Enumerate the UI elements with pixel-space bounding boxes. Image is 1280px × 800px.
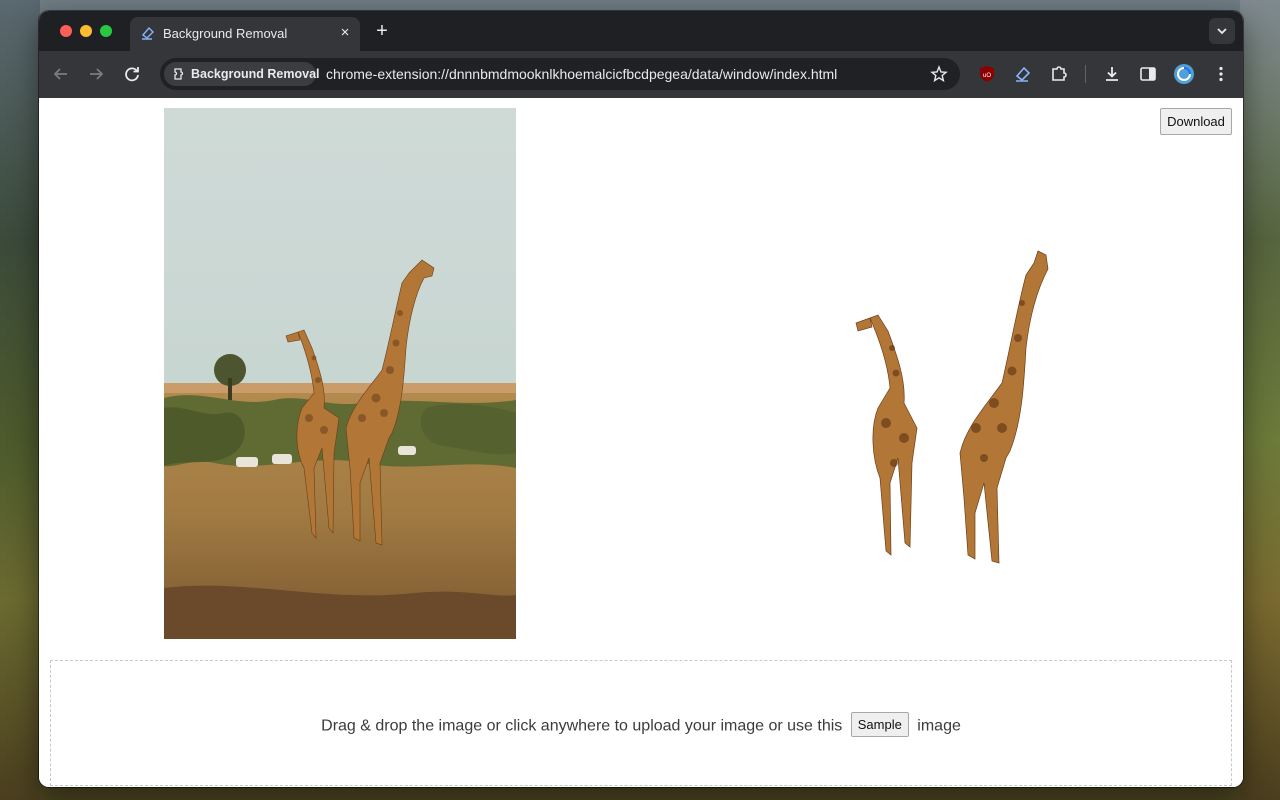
dropzone-text-before: Drag & drop the image or click anywhere … [321, 717, 843, 735]
upload-dropzone[interactable]: Drag & drop the image or click anywhere … [50, 660, 1232, 786]
downloads-icon[interactable] [1102, 64, 1122, 84]
tab-search-button[interactable] [1209, 18, 1235, 44]
side-panel-icon[interactable] [1138, 64, 1158, 84]
avatar-glyph [1177, 66, 1192, 81]
back-icon[interactable] [50, 63, 72, 85]
extension-page-icon [174, 68, 184, 80]
page-content[interactable]: Download Drag & drop the image or click … [39, 98, 1243, 787]
desktop-wallpaper-right [1240, 0, 1280, 800]
eraser-extension-icon[interactable] [1013, 64, 1033, 84]
tab-strip: Background Removal × + [39, 11, 1243, 51]
tab-background-removal[interactable]: Background Removal × [130, 17, 360, 51]
sample-button[interactable]: Sample [850, 712, 909, 737]
desktop-wallpaper-left [0, 0, 40, 800]
site-chip-label: Background Removal [191, 67, 320, 81]
download-button[interactable]: Download [1160, 108, 1232, 135]
browser-toolbar: Background Removal chrome-extension://dn… [39, 51, 1243, 98]
close-window-button[interactable] [60, 25, 72, 37]
tab-close-icon[interactable]: × [336, 24, 354, 42]
forward-icon[interactable] [85, 63, 107, 85]
dropzone-instructions: Drag & drop the image or click anywhere … [51, 712, 1231, 739]
extensions-puzzle-icon[interactable] [1049, 64, 1069, 84]
zoom-window-button[interactable] [100, 25, 112, 37]
bookmark-star-icon[interactable] [930, 65, 948, 83]
result-image-giraffes [855, 250, 1049, 564]
tab-title: Background Removal [163, 26, 288, 41]
toolbar-divider [1085, 65, 1086, 83]
dropzone-text-after: image [917, 717, 961, 735]
menu-kebab-icon[interactable] [1211, 64, 1231, 84]
address-bar[interactable]: Background Removal chrome-extension://dn… [160, 58, 960, 90]
chevron-down-icon [1217, 28, 1227, 35]
reload-icon[interactable] [121, 63, 143, 85]
ublock-icon[interactable]: uO [977, 64, 997, 84]
site-info-chip[interactable]: Background Removal [164, 62, 320, 86]
svg-text:uO: uO [983, 73, 991, 79]
profile-avatar-icon[interactable] [1174, 64, 1194, 84]
url-text[interactable]: chrome-extension://dnnnbmdmooknlkhoemalc… [326, 66, 837, 82]
eraser-icon [141, 26, 154, 40]
new-tab-button[interactable]: + [371, 21, 393, 43]
browser-window: Background Removal × + Background Remova… [39, 11, 1243, 787]
original-image-giraffes [164, 108, 516, 639]
minimize-window-button[interactable] [80, 25, 92, 37]
